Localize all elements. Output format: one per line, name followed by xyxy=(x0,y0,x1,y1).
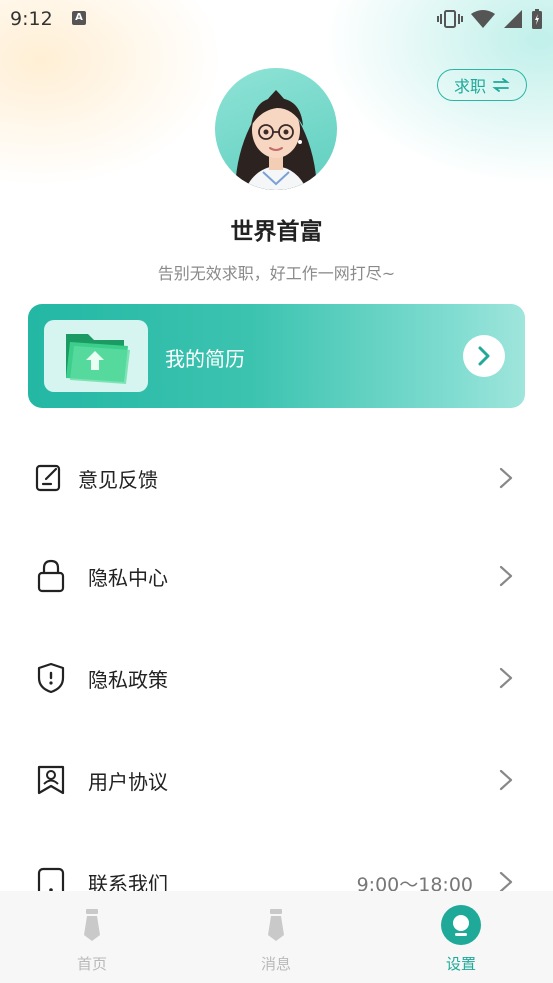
chevron-right-icon xyxy=(499,769,513,791)
folder-upload-icon xyxy=(66,334,130,384)
menu-item-privacy-policy[interactable]: 隐私政策 xyxy=(0,648,553,708)
status-bar: 9:12 A xyxy=(0,0,553,38)
chevron-right-icon xyxy=(499,667,513,689)
menu-item-privacy-center[interactable]: 隐私中心 xyxy=(0,546,553,606)
user-slogan: 告别无效求职，好工作一网打尽~ xyxy=(157,264,396,283)
resume-label: 我的简历 xyxy=(165,347,245,371)
menu-label: 隐私政策 xyxy=(88,668,168,692)
chevron-right-icon xyxy=(499,565,513,587)
tab-label: 消息 xyxy=(260,955,291,973)
tie-icon xyxy=(268,909,284,941)
job-mode-switch-button[interactable]: 求职 xyxy=(437,69,527,101)
avatar[interactable] xyxy=(215,68,337,190)
status-icons xyxy=(437,8,543,30)
menu-label: 意见反馈 xyxy=(78,468,158,492)
chevron-right-icon xyxy=(499,467,513,489)
menu-item-feedback[interactable]: 意见反馈 xyxy=(0,448,553,508)
tab-label: 首页 xyxy=(76,955,107,973)
job-mode-label: 求职 xyxy=(453,77,486,96)
menu-label: 隐私中心 xyxy=(88,566,168,590)
tab-home[interactable]: 首页 xyxy=(0,891,184,983)
chevron-right-icon xyxy=(478,346,490,366)
swap-icon xyxy=(492,78,510,92)
resume-arrow-button[interactable] xyxy=(463,335,505,377)
user-badge-icon xyxy=(37,765,65,795)
chevron-right-icon xyxy=(499,871,513,893)
my-resume-card[interactable]: 我的简历 xyxy=(28,304,525,408)
menu-item-user-agreement[interactable]: 用户协议 xyxy=(0,750,553,810)
battery-icon xyxy=(532,9,542,29)
shield-icon xyxy=(37,662,65,694)
status-time: 9:12 xyxy=(10,8,53,30)
avatar-illustration xyxy=(235,90,317,190)
signal-icon xyxy=(504,10,522,28)
tab-settings[interactable]: 设置 xyxy=(369,891,553,983)
vibrate-icon xyxy=(437,10,463,28)
resume-thumbnail xyxy=(44,320,148,392)
bulb-icon xyxy=(441,905,481,945)
wifi-icon xyxy=(471,10,495,28)
tab-label: 设置 xyxy=(445,955,476,973)
tie-icon xyxy=(84,909,100,941)
bottom-tab-bar: 首页 消息 设置 xyxy=(0,891,553,983)
notification-badge: A xyxy=(72,11,86,25)
menu-label: 用户协议 xyxy=(88,770,168,794)
tab-messages[interactable]: 消息 xyxy=(184,891,368,983)
lock-icon xyxy=(37,559,65,593)
feedback-icon xyxy=(35,464,61,492)
user-name: 世界首富 xyxy=(230,219,323,245)
